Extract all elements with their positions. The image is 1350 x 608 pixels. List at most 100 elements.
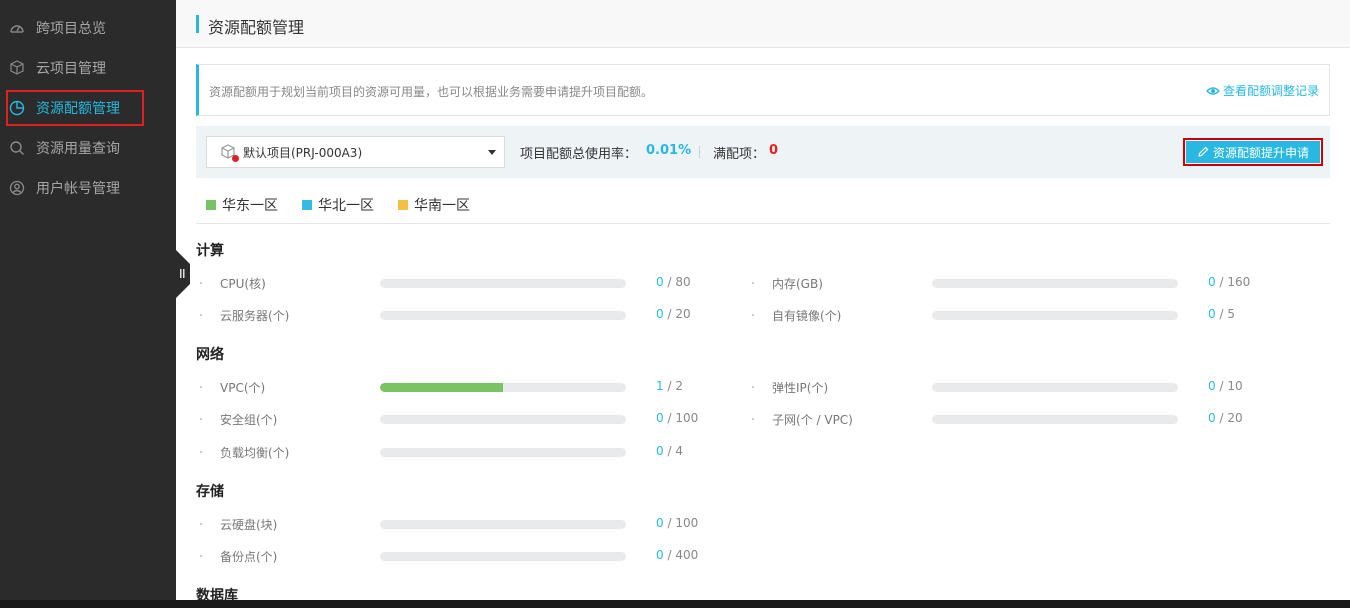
quota-label: 弹性IP(个) (772, 381, 829, 395)
quota-bar (380, 520, 626, 529)
quota-total: 20 (1227, 411, 1243, 425)
quota-used: 0 (656, 411, 664, 425)
legend-label: 华南一区 (414, 198, 470, 214)
quota-total: 4 (675, 444, 683, 458)
region-legend: 华东一区 华北一区 华南一区 (206, 195, 494, 215)
cube-icon (8, 59, 26, 77)
quota-total: 100 (675, 516, 699, 530)
quota-label: 负载均衡(个) (220, 446, 290, 460)
quota-value: 0 / 160 (1208, 275, 1251, 289)
pencil-icon (1198, 146, 1209, 157)
row-bullet (752, 282, 754, 284)
quota-used: 0 (656, 516, 664, 530)
section-title-network: 网络 (196, 347, 224, 363)
eye-icon (1206, 86, 1220, 95)
row-bullet (752, 418, 754, 420)
dashboard-icon (8, 19, 26, 37)
project-select[interactable]: 默认项目(PRJ-000A3) (206, 136, 505, 168)
quota-total: 20 (675, 307, 691, 321)
quota-total: 100 (675, 411, 699, 425)
sidebar-collapse-handle[interactable] (176, 250, 190, 298)
search-icon (8, 139, 26, 157)
legend-item-south: 华南一区 (398, 195, 470, 215)
quota-used: 0 (1208, 307, 1216, 321)
sidebar-item-label: 用户帐号管理 (36, 181, 120, 197)
legend-swatch (302, 200, 312, 210)
quota-label: 云硬盘(块) (220, 518, 278, 532)
full-quota-label: 满配项： (713, 147, 766, 162)
quota-bar (932, 311, 1178, 320)
full-quota-value: 0 (769, 143, 779, 158)
quota-label: 安全组(个) (220, 413, 278, 427)
sidebar-item-label: 云项目管理 (36, 61, 106, 77)
divider (699, 146, 700, 158)
usage-value: 0.01% (646, 143, 692, 158)
chevron-down-icon (488, 150, 496, 155)
row-bullet (200, 386, 202, 388)
row-bullet (752, 314, 754, 316)
apply-button-frame: 资源配额提升申请 (1183, 138, 1323, 166)
row-bullet (752, 386, 754, 388)
quota-bar (380, 552, 626, 561)
row-bullet (200, 523, 202, 525)
legend-label: 华东一区 (222, 198, 278, 214)
sidebar: 跨项目总览 云项目管理 资源配额管理 资源用量查询 用户帐号管理 (0, 0, 176, 608)
quota-label: VPC(个) (220, 381, 266, 395)
row-bullet (200, 282, 202, 284)
view-quota-history-link[interactable]: 查看配额调整记录 (1206, 82, 1319, 99)
quota-used: 0 (656, 548, 664, 562)
sidebar-item-quota[interactable]: 资源配额管理 (0, 88, 176, 128)
quota-value: 0 / 400 (656, 548, 699, 562)
quota-label: 子网(个 / VPC) (772, 413, 853, 427)
quota-used: 0 (656, 275, 664, 289)
legend-label: 华北一区 (318, 198, 374, 214)
sidebar-item-projects[interactable]: 云项目管理 (0, 48, 176, 88)
quota-value: 1 / 2 (656, 379, 683, 393)
legend-item-east: 华东一区 (206, 195, 278, 215)
page-title: 资源配额管理 (208, 18, 305, 37)
row-bullet (200, 451, 202, 453)
quota-value: 0 / 20 (1208, 411, 1243, 425)
quota-total: 5 (1227, 307, 1235, 321)
quota-increase-button[interactable]: 资源配额提升申请 (1186, 141, 1320, 163)
user-icon (8, 179, 26, 197)
info-banner: 资源配额用于规划当前项目的资源可用量，也可以根据业务需要申请提升项目配额。 查看… (196, 64, 1330, 116)
row-bullet (200, 555, 202, 557)
quota-bar (932, 279, 1178, 288)
quota-total: 10 (1227, 379, 1243, 393)
quota-bar (380, 279, 626, 288)
sidebar-item-overview[interactable]: 跨项目总览 (0, 8, 176, 48)
quota-label: 备份点(个) (220, 550, 278, 564)
info-text: 资源配额用于规划当前项目的资源可用量，也可以根据业务需要申请提升项目配额。 (209, 85, 654, 99)
bottom-strip (0, 600, 1350, 608)
button-label: 资源配额提升申请 (1212, 145, 1309, 160)
sidebar-item-label: 资源用量查询 (36, 141, 120, 157)
quota-label: 自有镜像(个) (772, 309, 842, 323)
quota-used: 0 (1208, 275, 1216, 289)
quota-value: 0 / 100 (656, 516, 699, 530)
link-label: 查看配额调整记录 (1222, 84, 1319, 98)
quota-bar (380, 311, 626, 320)
quota-bar (932, 383, 1178, 392)
quota-value: 0 / 20 (656, 307, 691, 321)
sidebar-item-usage[interactable]: 资源用量查询 (0, 128, 176, 168)
legend-swatch (206, 200, 216, 210)
active-highlight-frame (6, 90, 144, 126)
quota-bar (380, 448, 626, 457)
quota-total: 400 (675, 548, 699, 562)
quota-bar (380, 415, 626, 424)
quota-total: 2 (675, 379, 683, 393)
legend-swatch (398, 200, 408, 210)
sidebar-item-users[interactable]: 用户帐号管理 (0, 168, 176, 208)
quota-value: 0 / 80 (656, 275, 691, 289)
legend-divider (196, 223, 1330, 224)
status-dot (232, 155, 239, 162)
page-header: 资源配额管理 (176, 0, 1350, 48)
quota-total: 160 (1227, 275, 1251, 289)
sidebar-item-label: 跨项目总览 (36, 21, 106, 37)
quota-value: 0 / 5 (1208, 307, 1235, 321)
section-title-compute: 计算 (196, 243, 224, 259)
project-name: 默认项目(PRJ-000A3) (243, 145, 363, 160)
quota-used: 0 (1208, 411, 1216, 425)
quota-value: 0 / 100 (656, 411, 699, 425)
